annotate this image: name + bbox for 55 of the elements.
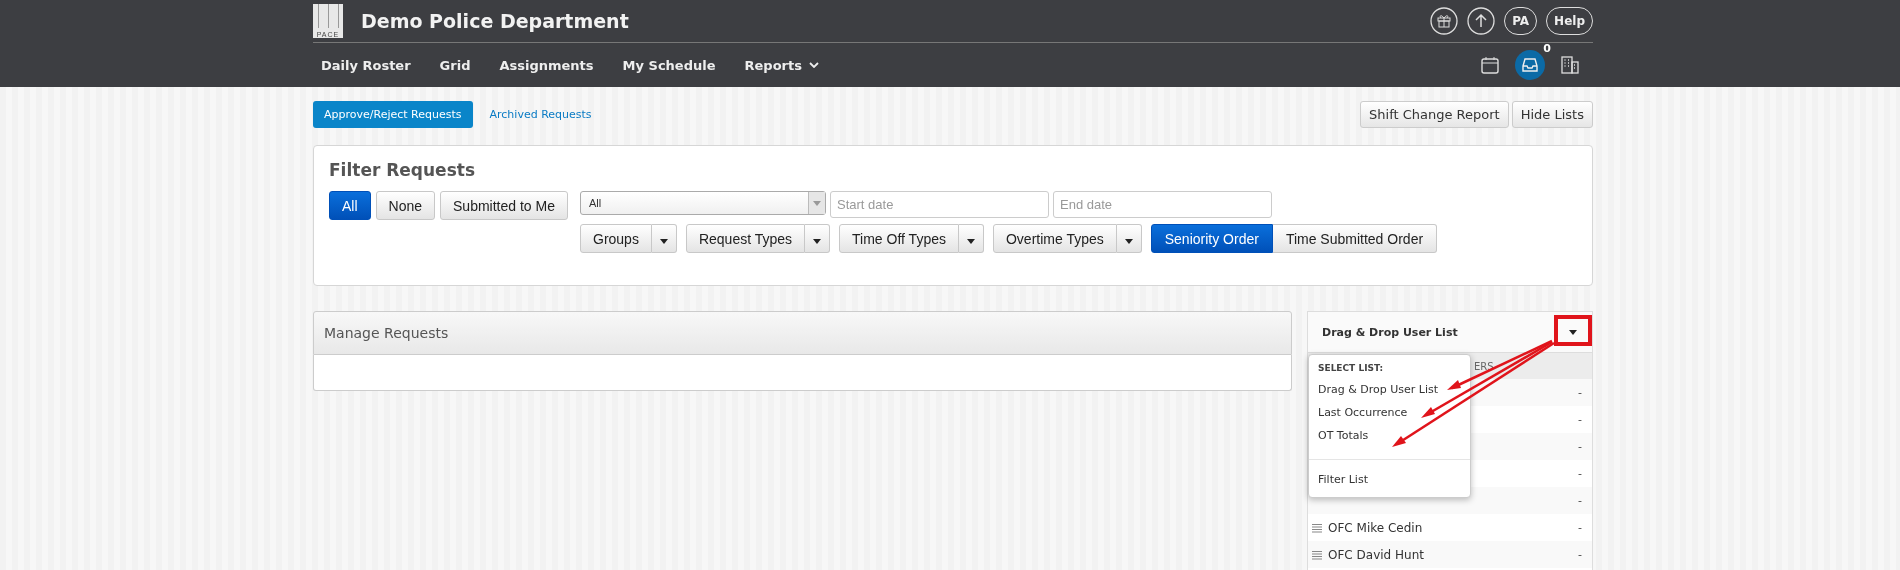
drag-handle-icon[interactable]: [1312, 522, 1322, 533]
toolbar-button[interactable]: Hide Lists: [1511, 100, 1593, 128]
user-value: -: [1578, 548, 1582, 561]
dropdown-button[interactable]: Overtime Types: [992, 224, 1117, 253]
user-name[interactable]: OFC David Hunt: [1328, 547, 1424, 562]
user-value: -: [1578, 440, 1582, 453]
user-name[interactable]: OFC Mike Cedin: [1328, 520, 1423, 535]
select-field[interactable]: All: [580, 191, 826, 215]
nav-link[interactable]: Grid: [439, 57, 471, 73]
dropdown-toggle[interactable]: [1116, 224, 1142, 253]
nav-link[interactable]: Reports: [744, 57, 819, 73]
filter-button[interactable]: None: [375, 191, 436, 220]
user-value: -: [1578, 467, 1582, 480]
end-date-field[interactable]: End date: [1053, 191, 1272, 218]
caret-icon: [813, 238, 822, 244]
user-value: -: [1578, 413, 1582, 426]
count-label: 0: [1543, 42, 1551, 55]
user-value: -: [1578, 494, 1582, 507]
gift-icon[interactable]: [1430, 7, 1459, 35]
menu-item[interactable]: Filter List: [1309, 468, 1470, 491]
highlight-box: [1554, 315, 1592, 346]
list-title: Drag & Drop User List: [1322, 325, 1458, 339]
caret-icon: [966, 238, 975, 244]
caret-icon: [659, 238, 668, 244]
dropdown-toggle[interactable]: [805, 224, 831, 253]
inbox-icon[interactable]: [1515, 50, 1545, 80]
user-value: -: [1578, 521, 1582, 534]
filter-button[interactable]: All: [329, 191, 371, 220]
dropdown-toggle[interactable]: [651, 224, 677, 253]
tab[interactable]: Archived Requests: [478, 100, 603, 128]
tab[interactable]: Approve/Reject Requests: [313, 100, 473, 128]
panel-title: Manage Requests: [324, 325, 449, 341]
filter-button[interactable]: Submitted to Me: [440, 191, 568, 220]
menu-item[interactable]: OT Totals: [1309, 424, 1470, 447]
dropdown-button[interactable]: Request Types: [685, 224, 806, 253]
department-title: Demo Police Department: [361, 10, 629, 32]
user-value: -: [1578, 386, 1582, 399]
menu-item[interactable]: Last Occurrence: [1309, 401, 1470, 424]
dropdown-button[interactable]: Groups: [580, 224, 652, 253]
menu-item[interactable]: Drag & Drop User List: [1309, 378, 1470, 401]
nav-link[interactable]: Assignments: [499, 57, 594, 73]
sort-order-button[interactable]: Seniority Order: [1150, 224, 1273, 253]
toolbar-button[interactable]: Shift Change Report: [1360, 100, 1509, 128]
start-date-field[interactable]: Start date: [830, 191, 1049, 218]
caret-icon: [1124, 238, 1133, 244]
caret-icon: [813, 200, 821, 206]
drag-handle-icon[interactable]: [1312, 549, 1322, 560]
nav-link[interactable]: My Schedule: [622, 57, 716, 73]
menu-heading: SELECT LIST:: [1317, 363, 1385, 375]
filter-title: Filter Requests: [329, 160, 476, 180]
caret-icon: [1569, 329, 1577, 335]
sort-order-button[interactable]: Time Submitted Order: [1272, 224, 1438, 253]
nav-link[interactable]: Daily Roster: [321, 57, 411, 73]
dropdown-button[interactable]: Time Off Types: [839, 224, 959, 253]
dropdown-toggle[interactable]: [958, 224, 984, 253]
